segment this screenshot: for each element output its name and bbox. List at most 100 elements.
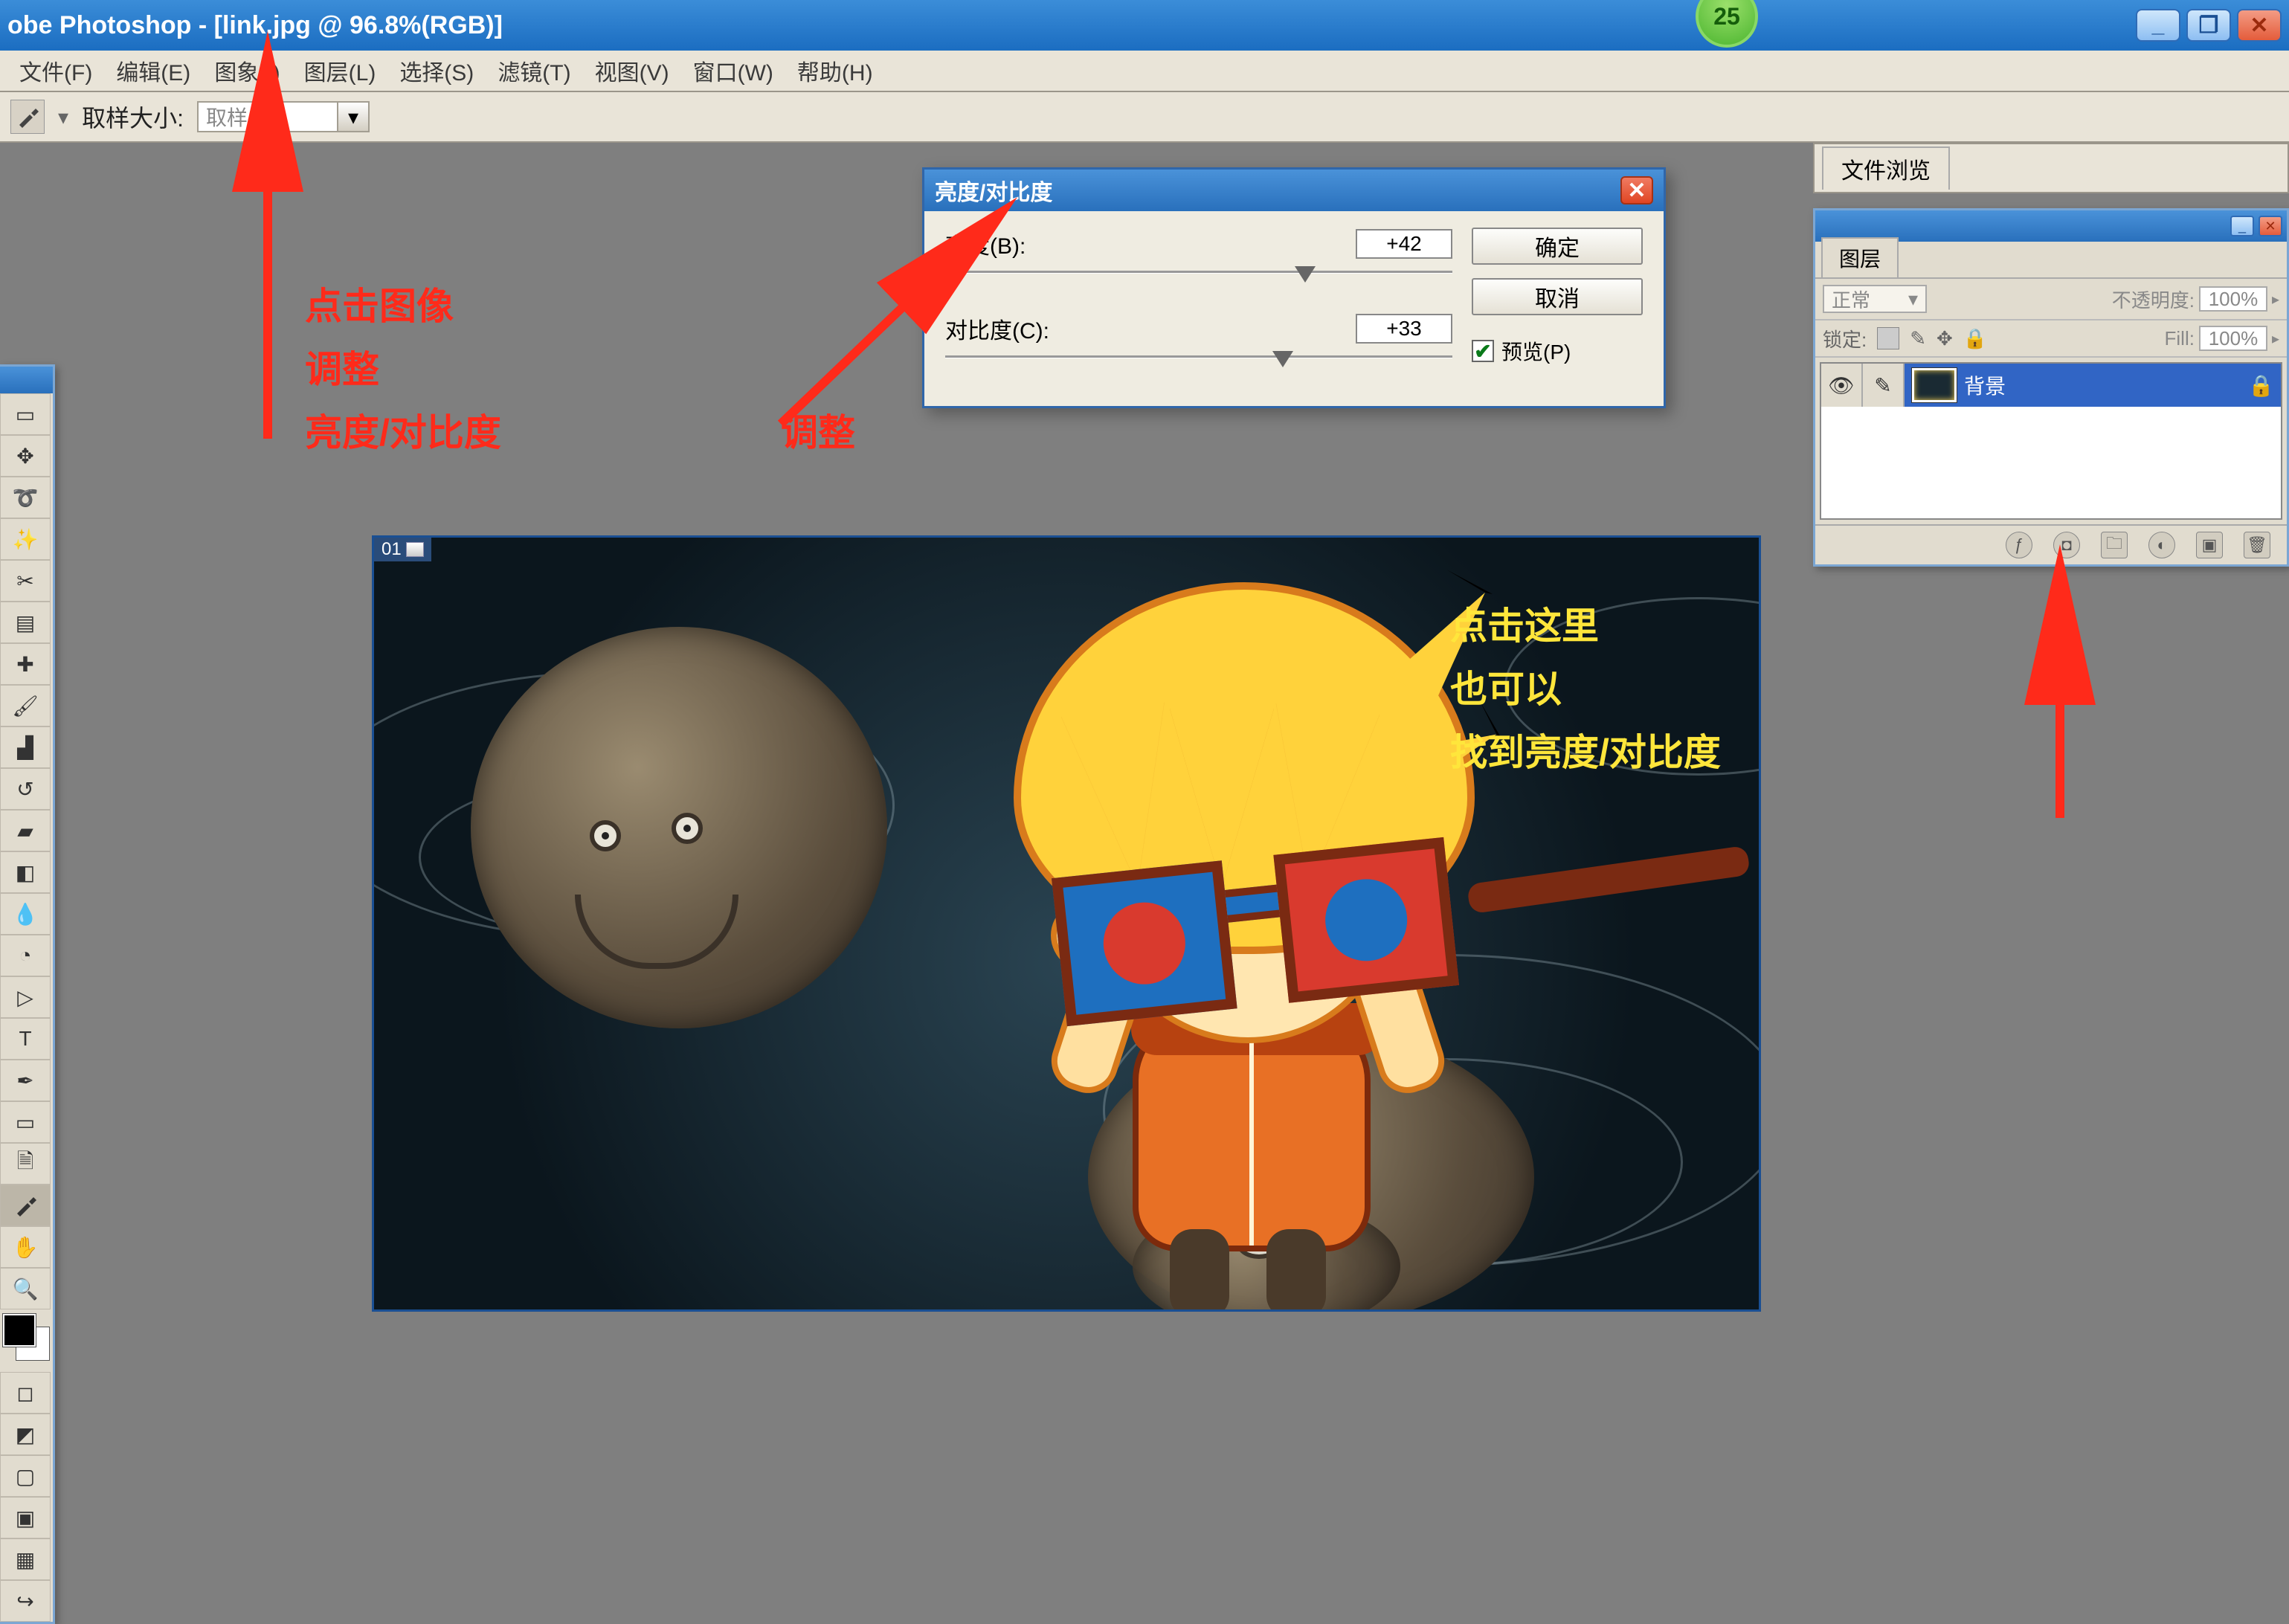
brightness-contrast-dialog: 亮度/对比度 ✕ 亮度(B): +42 对比度(C): +33 bbox=[922, 167, 1666, 408]
marquee-tool-icon[interactable]: ▭ bbox=[0, 393, 51, 435]
maximize-button[interactable]: ❐ bbox=[2186, 9, 2231, 42]
checkbox-icon[interactable]: ✔ bbox=[1472, 340, 1494, 362]
lock-label: 锁定: bbox=[1823, 325, 1867, 352]
eyedropper-tool-icon[interactable] bbox=[0, 1185, 51, 1226]
lasso-tool-icon[interactable]: ➰ bbox=[0, 477, 51, 518]
opacity-label: 不透明度: bbox=[2112, 286, 2195, 313]
file-browser-panel: 文件浏览 bbox=[1813, 143, 2289, 193]
lock-move-icon[interactable]: ✥ bbox=[1937, 327, 1953, 350]
eyedropper-tool-indicator-icon[interactable] bbox=[10, 100, 45, 134]
brush-tool-icon[interactable]: 🖌 bbox=[0, 685, 51, 726]
annotation-right: 点击这里 也可以 找到亮度/对比度 bbox=[1450, 595, 1721, 784]
fill-field[interactable]: 100% bbox=[2199, 326, 2267, 351]
chevron-right-icon[interactable]: ▸ bbox=[2272, 329, 2279, 348]
imageready-jump-icon[interactable]: ↪ bbox=[0, 1580, 51, 1622]
gradient-tool-icon[interactable]: ◧ bbox=[0, 851, 51, 893]
crop-tool-icon[interactable]: ✂ bbox=[0, 560, 51, 602]
slice-tool-icon[interactable]: ▤ bbox=[0, 602, 51, 643]
window-title-bar: obe Photoshop - [link.jpg @ 96.8%(RGB)] … bbox=[0, 0, 2289, 51]
stamp-tool-icon[interactable]: ▟ bbox=[0, 726, 51, 768]
lock-brush-icon[interactable]: ✎ bbox=[1910, 327, 1926, 350]
foreground-color-swatch[interactable] bbox=[3, 1314, 36, 1347]
magic-wand-tool-icon[interactable]: ✨ bbox=[0, 518, 51, 560]
dodge-tool-icon[interactable]: ◔ bbox=[0, 935, 51, 976]
dialog-title-bar[interactable]: 亮度/对比度 ✕ bbox=[924, 170, 1664, 211]
lock-all-icon[interactable]: 🔒 bbox=[1963, 327, 1987, 350]
blend-mode-select[interactable]: 正常 ▾ bbox=[1823, 285, 1927, 313]
new-group-icon[interactable]: 🗀 bbox=[2101, 532, 2128, 558]
notes-tool-icon[interactable]: 🗎 bbox=[0, 1143, 51, 1185]
eraser-tool-icon[interactable]: ▰ bbox=[0, 810, 51, 851]
canvas-badge: 01 bbox=[374, 538, 431, 561]
quickmask-off-icon[interactable]: ◻ bbox=[0, 1372, 51, 1414]
layer-list: 👁 ✎ 背景 🔒 bbox=[1820, 362, 2282, 520]
layers-panel-footer: ƒ ◘ 🗀 ◐ ▣ 🗑 bbox=[1815, 524, 2287, 564]
menu-help[interactable]: 帮助(H) bbox=[785, 51, 885, 90]
tutorial-step-badge: 25 bbox=[1696, 0, 1758, 48]
shape-tool-icon[interactable]: ▭ bbox=[0, 1101, 51, 1143]
chevron-down-icon[interactable]: ▾ bbox=[338, 101, 370, 132]
screen-mode-full-icon[interactable]: ▦ bbox=[0, 1538, 51, 1580]
brightness-slider-thumb[interactable] bbox=[1295, 266, 1316, 283]
layer-mask-icon[interactable]: ◘ bbox=[2053, 532, 2080, 558]
layer-row-background[interactable]: 👁 ✎ 背景 🔒 bbox=[1821, 364, 2281, 407]
layers-panel-tabs: 图层 bbox=[1815, 242, 2287, 279]
type-tool-icon[interactable]: T bbox=[0, 1018, 51, 1060]
layers-tab[interactable]: 图层 bbox=[1821, 237, 1899, 277]
new-layer-icon[interactable]: ▣ bbox=[2196, 532, 2223, 558]
brightness-input[interactable]: +42 bbox=[1356, 229, 1452, 259]
layer-visibility-icon[interactable]: 👁 bbox=[1821, 364, 1863, 407]
delete-layer-icon[interactable]: 🗑 bbox=[2244, 532, 2270, 558]
healing-brush-tool-icon[interactable]: ✚ bbox=[0, 643, 51, 685]
layer-edit-icon[interactable]: ✎ bbox=[1863, 364, 1905, 407]
chevron-down-icon: ▾ bbox=[58, 105, 68, 129]
dialog-close-button[interactable]: ✕ bbox=[1620, 176, 1653, 204]
pen-tool-icon[interactable]: ✒ bbox=[0, 1060, 51, 1101]
path-tool-icon[interactable]: ▷ bbox=[0, 976, 51, 1018]
screen-mode-full-menubar-icon[interactable]: ▣ bbox=[0, 1497, 51, 1538]
hand-tool-icon[interactable]: ✋ bbox=[0, 1226, 51, 1268]
layer-name-label: 背景 bbox=[1964, 370, 2248, 400]
quickmask-on-icon[interactable]: ◩ bbox=[0, 1414, 51, 1455]
layer-lock-icon: 🔒 bbox=[2248, 373, 2281, 398]
layer-style-icon[interactable]: ƒ bbox=[2006, 532, 2032, 558]
zoom-tool-icon[interactable]: 🔍 bbox=[0, 1268, 51, 1309]
panel-close-button[interactable]: ✕ bbox=[2259, 216, 2282, 236]
menu-edit[interactable]: 编辑(E) bbox=[104, 51, 202, 90]
color-swatch[interactable] bbox=[0, 1309, 51, 1372]
menu-window[interactable]: 窗口(W) bbox=[681, 51, 785, 90]
fill-label: Fill: bbox=[2165, 327, 2195, 350]
minimize-button[interactable]: _ bbox=[2136, 9, 2180, 42]
panel-minimize-button[interactable]: _ bbox=[2230, 216, 2254, 236]
contrast-input[interactable]: +33 bbox=[1356, 314, 1452, 344]
brightness-slider[interactable] bbox=[945, 268, 1452, 284]
ok-button[interactable]: 确定 bbox=[1472, 228, 1643, 265]
close-window-button[interactable]: ✕ bbox=[2237, 9, 2282, 42]
menu-view[interactable]: 视图(V) bbox=[583, 51, 681, 90]
blur-tool-icon[interactable]: 💧 bbox=[0, 893, 51, 935]
file-browser-tab[interactable]: 文件浏览 bbox=[1822, 146, 1950, 190]
lock-transparent-icon[interactable] bbox=[1877, 327, 1899, 349]
menu-bar: 文件(F) 编辑(E) 图象(I) 图层(L) 选择(S) 滤镜(T) 视图(V… bbox=[0, 51, 2289, 92]
menu-select[interactable]: 选择(S) bbox=[387, 51, 486, 90]
preview-checkbox[interactable]: ✔ 预览(P) bbox=[1472, 336, 1643, 366]
menu-image[interactable]: 图象(I) bbox=[202, 51, 292, 90]
chevron-down-icon: ▾ bbox=[1908, 288, 1918, 311]
tool-palette-titlebar[interactable] bbox=[0, 367, 53, 393]
menu-file[interactable]: 文件(F) bbox=[7, 51, 104, 90]
history-brush-tool-icon[interactable]: ↺ bbox=[0, 768, 51, 810]
screen-mode-standard-icon[interactable]: ▢ bbox=[0, 1455, 51, 1497]
canvas-badge-icon bbox=[406, 542, 424, 557]
menu-layer[interactable]: 图层(L) bbox=[292, 51, 388, 90]
lock-options-row: 锁定: ✎ ✥ 🔒 Fill: 100% ▸ bbox=[1815, 320, 2287, 358]
menu-filter[interactable]: 滤镜(T) bbox=[486, 51, 582, 90]
contrast-slider[interactable] bbox=[945, 352, 1452, 369]
adjustment-layer-icon[interactable]: ◐ bbox=[2148, 532, 2175, 558]
cancel-button[interactable]: 取消 bbox=[1472, 278, 1643, 315]
annotation-arrow-slider bbox=[759, 223, 997, 446]
layer-thumbnail[interactable] bbox=[1912, 368, 1957, 402]
chevron-right-icon[interactable]: ▸ bbox=[2272, 290, 2279, 309]
contrast-slider-thumb[interactable] bbox=[1272, 351, 1293, 367]
move-tool-icon[interactable]: ✥ bbox=[0, 435, 51, 477]
opacity-field[interactable]: 100% bbox=[2199, 286, 2267, 312]
